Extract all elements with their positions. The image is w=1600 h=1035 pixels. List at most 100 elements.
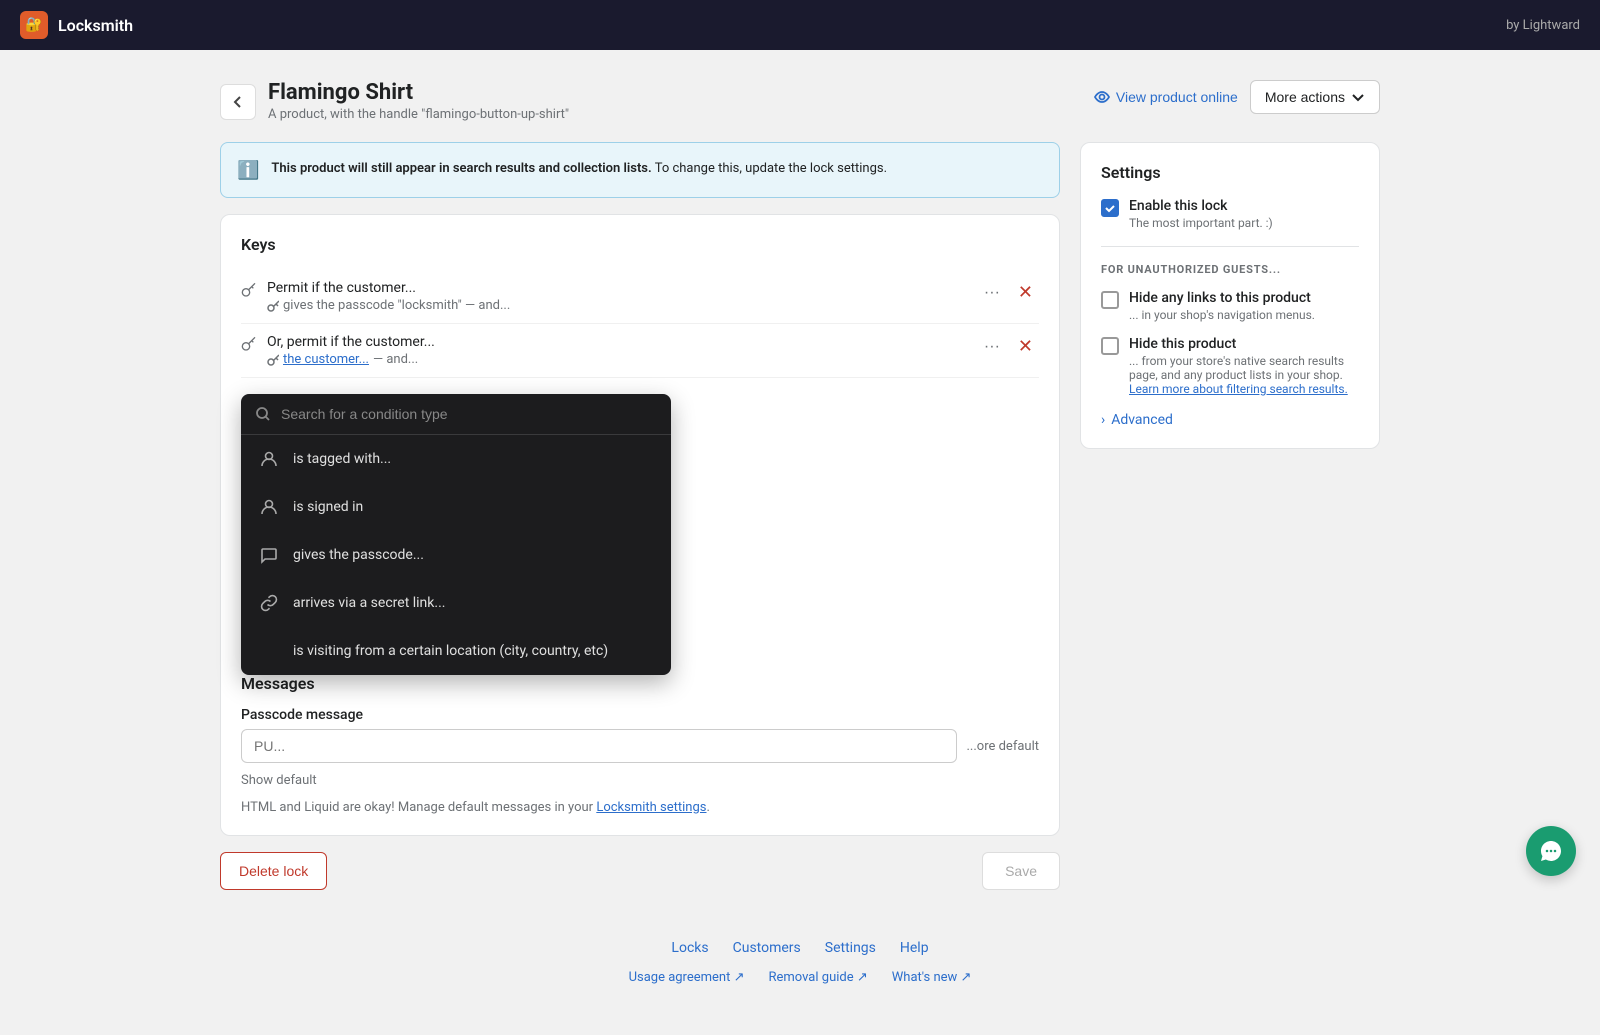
key-label: Permit if the customer... — [267, 280, 510, 296]
footer-link-removal[interactable]: Removal guide ↗ — [768, 970, 867, 985]
footer-link-customers[interactable]: Customers — [733, 940, 801, 956]
footer: Locks Customers Settings Help Usage agre… — [220, 910, 1380, 1005]
search-icon — [255, 406, 271, 422]
back-button[interactable] — [220, 84, 256, 120]
topbar: 🔐 Locksmith by Lightward — [0, 0, 1600, 50]
key-more-button[interactable]: ··· — [978, 282, 1006, 304]
dropdown-label-5: is visiting from a certain location (cit… — [293, 643, 608, 659]
key-row: Or, permit if the customer... the custom… — [241, 324, 1039, 378]
settings-divider — [1101, 246, 1359, 247]
locksmith-settings-link[interactable]: Locksmith settings — [596, 800, 706, 815]
page-title-group: Flamingo Shirt A product, with the handl… — [268, 80, 569, 122]
enable-lock-label: Enable this lock — [1129, 198, 1273, 214]
footer-links: Locks Customers Settings Help — [240, 940, 1360, 956]
enable-lock-desc: The most important part. :) — [1129, 216, 1273, 230]
default-label: ...ore default — [967, 739, 1040, 754]
key-icon-2 — [241, 336, 257, 356]
key-link[interactable]: the customer... — [283, 352, 369, 367]
save-button[interactable]: Save — [982, 852, 1060, 890]
dropdown-label-4: arrives via a secret link... — [293, 595, 445, 611]
key-delete-button[interactable]: ✕ — [1012, 280, 1039, 305]
app-name: Locksmith — [58, 16, 133, 35]
dropdown-item-signed-in[interactable]: is signed in — [241, 483, 671, 531]
hide-product-checkbox[interactable] — [1101, 337, 1119, 355]
chevron-down-icon — [1351, 90, 1365, 104]
passcode-message-label: Passcode message — [241, 707, 1039, 723]
hide-links-text: Hide any links to this product ... in yo… — [1129, 290, 1315, 322]
footer-link-locks[interactable]: Locks — [671, 940, 708, 956]
search-input-row — [241, 394, 671, 435]
hide-product-text: Hide this product ... from your store's … — [1129, 336, 1359, 396]
location-icon — [257, 639, 281, 663]
main-content: Flamingo Shirt A product, with the handl… — [200, 50, 1400, 1035]
chat-icon — [1539, 839, 1563, 863]
link-icon — [257, 591, 281, 615]
bottom-actions: Delete lock Save — [220, 852, 1060, 910]
dropdown-item-secret-link[interactable]: arrives via a secret link... — [241, 579, 671, 627]
page-subtitle: A product, with the handle "flamingo-but… — [268, 107, 569, 122]
keys-card: Keys Permit if the customer... — [220, 214, 1060, 836]
view-product-online-button[interactable]: View product online — [1094, 89, 1238, 105]
page-header-left: Flamingo Shirt A product, with the handl… — [220, 80, 569, 122]
key-more-button-2[interactable]: ··· — [978, 336, 1006, 358]
search-area: is tagged with... is signed in — [241, 394, 1039, 666]
search-input[interactable] — [281, 406, 657, 422]
dropdown-item-tagged[interactable]: is tagged with... — [241, 435, 671, 483]
page-header: Flamingo Shirt A product, with the handl… — [220, 80, 1380, 122]
hide-links-label: Hide any links to this product — [1129, 290, 1315, 306]
key-text-group: Permit if the customer... gives the pass… — [267, 280, 510, 313]
chat-icon — [257, 543, 281, 567]
settings-body: Settings Enable this lock The most impor… — [1081, 143, 1379, 448]
key-sublabel: gives the passcode "locksmith" — and... — [267, 298, 510, 313]
html-note: HTML and Liquid are okay! Manage default… — [241, 800, 1039, 815]
key-label-2: Or, permit if the customer... — [267, 334, 435, 350]
dropdown-item-location[interactable]: is visiting from a certain location (cit… — [241, 627, 671, 675]
page-title: Flamingo Shirt — [268, 80, 569, 105]
app-logo: 🔐 — [20, 11, 48, 39]
key-row-left: Permit if the customer... gives the pass… — [241, 280, 978, 313]
key-row: Permit if the customer... gives the pass… — [241, 270, 1039, 324]
enable-lock-row: Enable this lock The most important part… — [1101, 198, 1359, 230]
keys-card-body: Keys Permit if the customer... — [221, 215, 1059, 835]
person-icon-2 — [257, 495, 281, 519]
hide-product-label: Hide this product — [1129, 336, 1359, 352]
info-banner-text: This product will still appear in search… — [271, 159, 887, 181]
messages-section: Messages Passcode message ...ore default… — [241, 674, 1039, 815]
person-icon-1 — [257, 447, 281, 471]
footer-link-help[interactable]: Help — [900, 940, 929, 956]
dropdown-item-passcode[interactable]: gives the passcode... — [241, 531, 671, 579]
footer-link-settings[interactable]: Settings — [825, 940, 876, 956]
footer-links2: Usage agreement ↗ Removal guide ↗ What's… — [240, 970, 1360, 985]
message-row: ...ore default — [241, 729, 1039, 763]
hide-links-row: Hide any links to this product ... in yo… — [1101, 290, 1359, 322]
left-column: ℹ️ This product will still appear in sea… — [220, 142, 1060, 910]
keys-title: Keys — [241, 235, 1039, 254]
show-default: Show default — [241, 773, 1039, 788]
key-sub-icon-2 — [267, 354, 279, 366]
key-icon — [241, 282, 257, 302]
delete-lock-button[interactable]: Delete lock — [220, 852, 327, 890]
learn-more-link[interactable]: Learn more about filtering search result… — [1129, 382, 1348, 396]
chat-button[interactable] — [1526, 826, 1576, 876]
more-actions-button[interactable]: More actions — [1250, 80, 1380, 114]
topbar-brand: by Lightward — [1506, 18, 1580, 33]
key-delete-button-2[interactable]: ✕ — [1012, 334, 1039, 359]
passcode-message-input[interactable] — [241, 729, 957, 763]
topbar-left: 🔐 Locksmith — [20, 11, 133, 39]
key-sub-icon — [267, 300, 279, 312]
dropdown-label-2: is signed in — [293, 499, 363, 515]
dropdown-label-1: is tagged with... — [293, 451, 391, 467]
key-sublabel-2: the customer... — and... — [267, 352, 435, 367]
eye-icon — [1094, 89, 1110, 105]
footer-link-whats-new[interactable]: What's new ↗ — [892, 970, 972, 985]
chevron-right-icon: › — [1101, 412, 1105, 428]
footer-link-usage[interactable]: Usage agreement ↗ — [629, 970, 745, 985]
hide-links-checkbox[interactable] — [1101, 291, 1119, 309]
enable-lock-checkbox[interactable] — [1101, 199, 1119, 217]
info-banner: ℹ️ This product will still appear in sea… — [220, 142, 1060, 198]
key-actions: ··· ✕ — [978, 280, 1039, 305]
enable-lock-text: Enable this lock The most important part… — [1129, 198, 1273, 230]
advanced-row[interactable]: › Advanced — [1101, 412, 1359, 428]
for-guests-label: For unauthorized guests... — [1101, 263, 1359, 276]
info-icon: ℹ️ — [237, 160, 259, 181]
